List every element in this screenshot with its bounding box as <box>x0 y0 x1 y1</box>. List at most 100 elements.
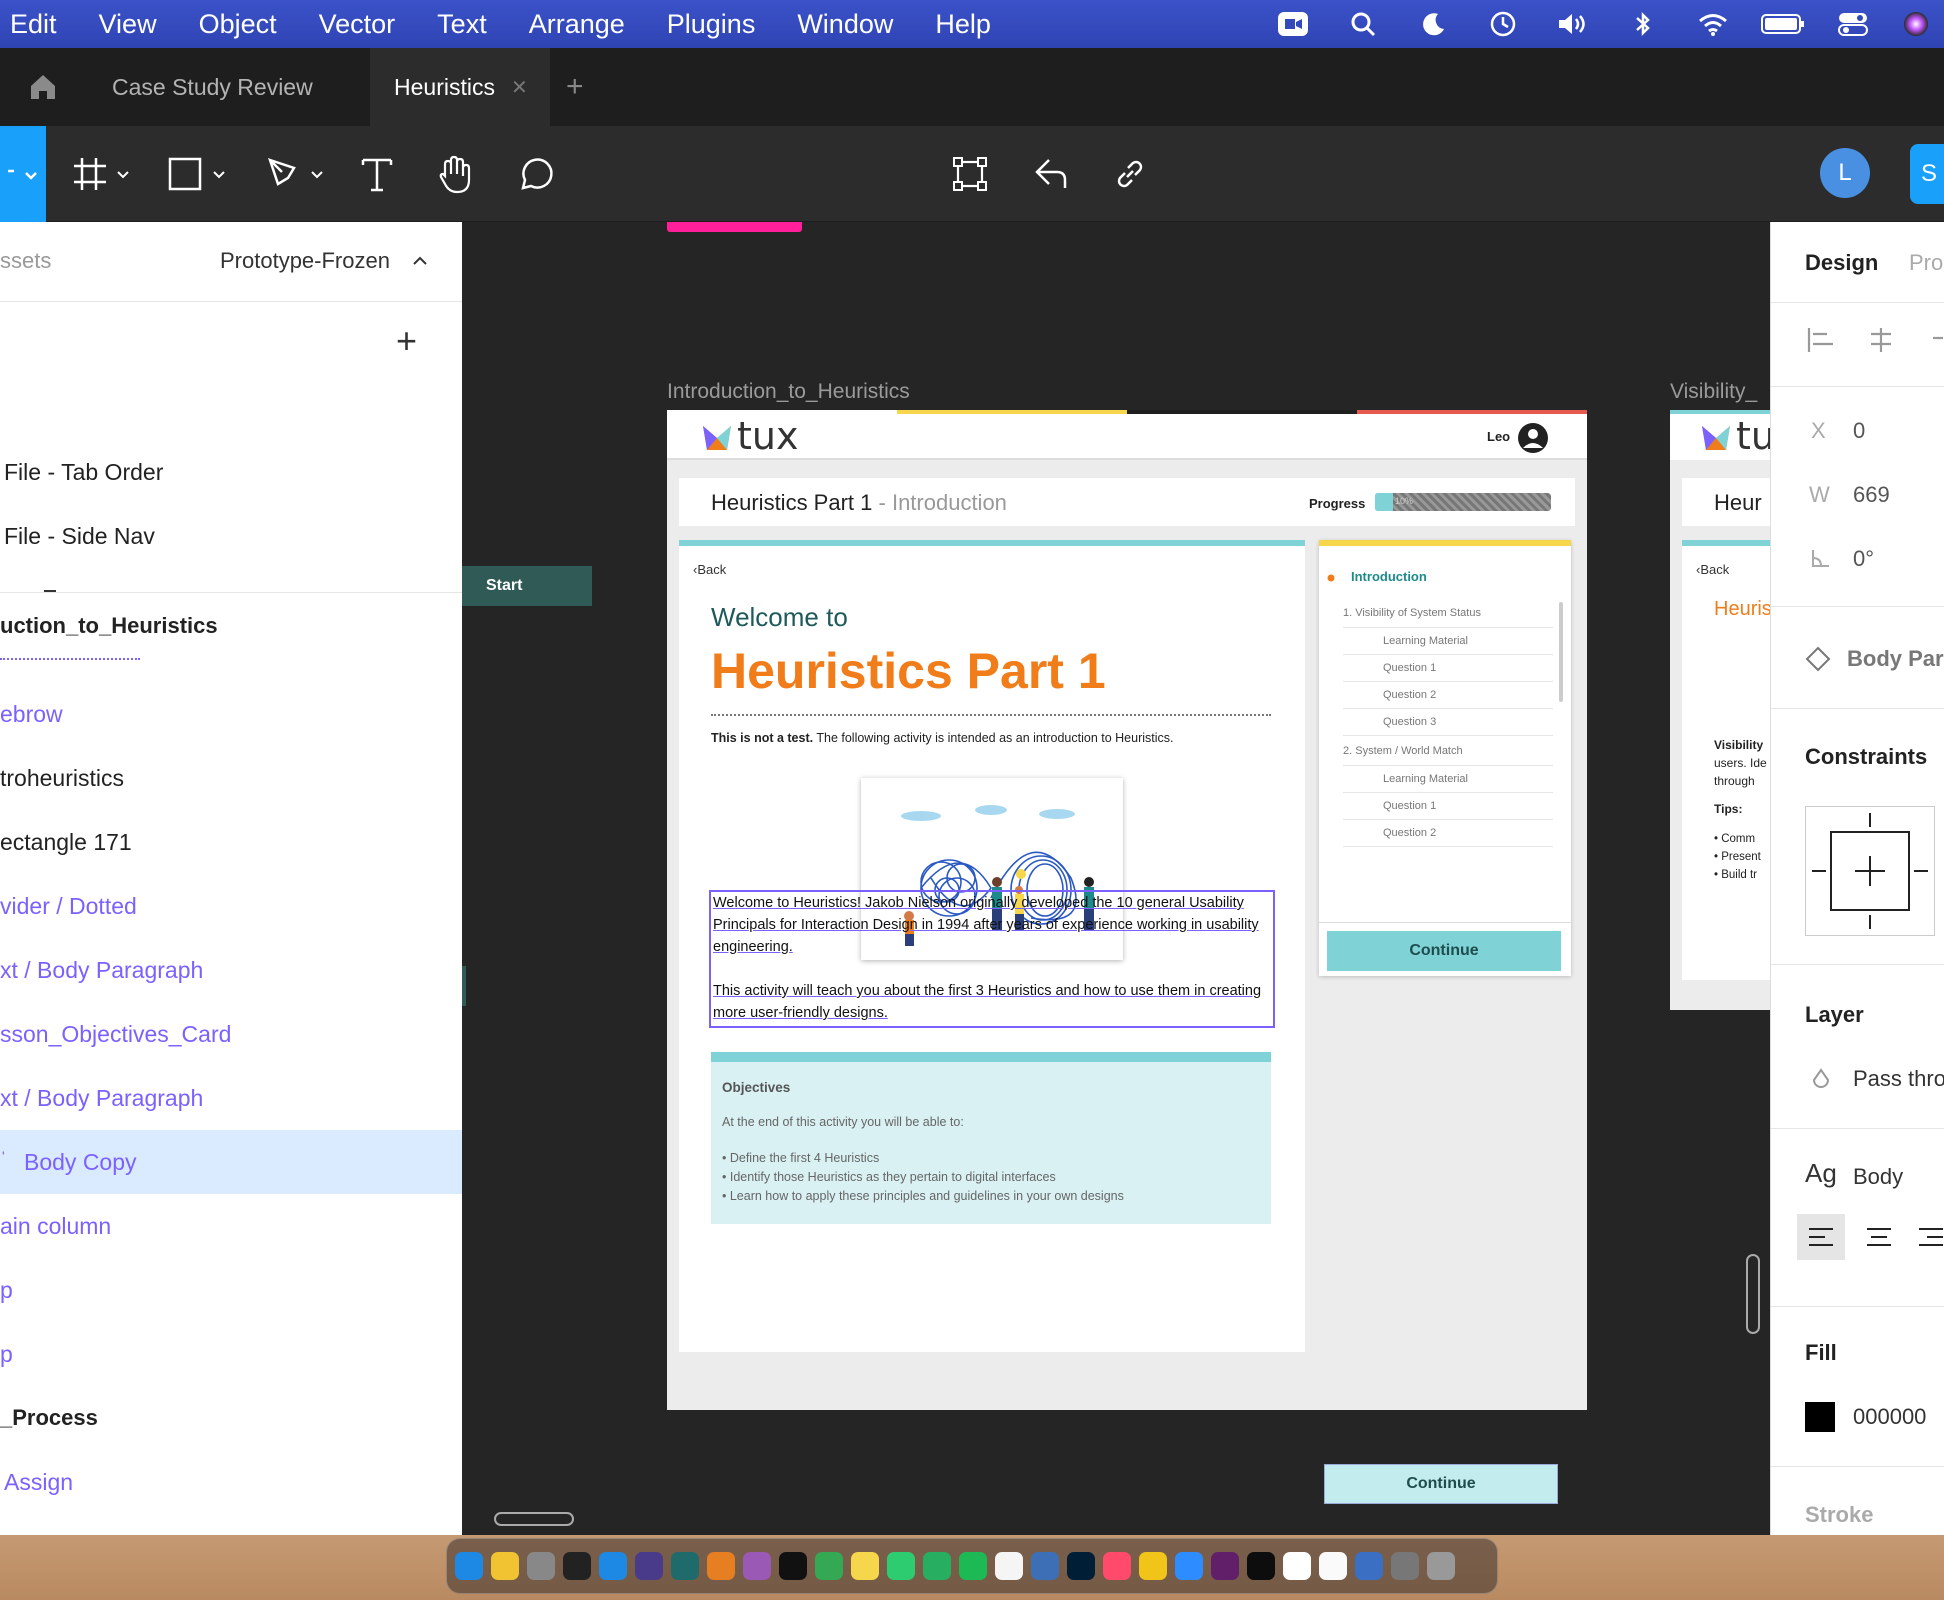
frame-layer[interactable]: uction_to_Heuristics <box>0 594 462 658</box>
dock-app-icon[interactable] <box>1283 1552 1311 1580</box>
user-avatar[interactable]: L <box>1820 148 1870 198</box>
nav-item-current[interactable]: Introduction <box>1351 569 1427 584</box>
menu-arrange[interactable]: Arrange <box>529 9 625 40</box>
zoom-icon[interactable] <box>1258 0 1328 48</box>
layer-row[interactable]: p <box>0 1258 462 1322</box>
menu-plugins[interactable]: Plugins <box>667 9 756 40</box>
frame-tool-button[interactable] <box>70 146 140 202</box>
nav-item[interactable]: Question 1 <box>1343 655 1553 682</box>
reset-button[interactable] <box>1028 146 1074 202</box>
frame-label[interactable]: Introduction_to_Heuristics <box>667 380 910 404</box>
dock-app-icon[interactable] <box>635 1552 663 1580</box>
vertical-scrollbar[interactable] <box>1746 1254 1760 1334</box>
dock-app-icon[interactable] <box>671 1552 699 1580</box>
dock-app-icon[interactable] <box>887 1552 915 1580</box>
dock-app-icon[interactable] <box>1391 1552 1419 1580</box>
control-center-icon[interactable] <box>1818 0 1888 48</box>
back-link[interactable]: ‹Back <box>1696 562 1729 577</box>
dock-app-icon[interactable] <box>923 1552 951 1580</box>
w-field[interactable]: 669 <box>1853 482 1890 508</box>
nav-item[interactable]: Learning Material <box>1343 628 1553 655</box>
move-tool-button[interactable] <box>0 126 46 222</box>
constraint-top[interactable] <box>1869 813 1871 827</box>
dock-app-icon[interactable] <box>527 1552 555 1580</box>
dock-app-icon[interactable] <box>1355 1552 1383 1580</box>
frame-introduction[interactable]: tux Leo Heuristics Part 1 - Introduction… <box>667 410 1587 1410</box>
dock-app-icon[interactable] <box>563 1552 591 1580</box>
layer-row[interactable]: troheuristics <box>0 746 462 810</box>
user-account-icon[interactable] <box>1517 422 1549 454</box>
menu-edit[interactable]: Edit <box>10 9 57 40</box>
dock-app-icon[interactable] <box>1139 1552 1167 1580</box>
siri-icon[interactable] <box>1888 0 1944 48</box>
align-center-icon[interactable] <box>1855 1214 1903 1260</box>
layer-row[interactable]: vider / Dotted <box>0 874 462 938</box>
menu-help[interactable]: Help <box>935 9 991 40</box>
share-button[interactable]: S <box>1910 144 1944 204</box>
nav-scrollbar[interactable] <box>1559 602 1563 702</box>
layer-row[interactable]: sson_Objectives_Card <box>0 1002 462 1066</box>
dock-app-icon[interactable] <box>1319 1552 1347 1580</box>
nav-item[interactable]: 2. System / World Match <box>1343 736 1553 766</box>
dock-app-icon[interactable] <box>851 1552 879 1580</box>
wifi-icon[interactable] <box>1678 0 1748 48</box>
menu-window[interactable]: Window <box>797 9 893 40</box>
component-name[interactable]: Body Par <box>1847 646 1944 672</box>
dock-app-icon[interactable] <box>599 1552 627 1580</box>
dock-app-icon[interactable] <box>455 1552 483 1580</box>
body-copy-selection[interactable]: Welcome to Heuristics! Jakob Nielson ori… <box>709 890 1275 1028</box>
component-tool-button[interactable] <box>948 146 992 202</box>
dock-app-icon[interactable] <box>1103 1552 1131 1580</box>
menu-vector[interactable]: Vector <box>319 9 396 40</box>
volume-icon[interactable] <box>1538 0 1608 48</box>
dock-app-icon[interactable] <box>815 1552 843 1580</box>
layer-row[interactable]: ain column <box>0 1194 462 1258</box>
pen-tool-button[interactable] <box>264 146 334 202</box>
dock-app-icon[interactable] <box>1031 1552 1059 1580</box>
constraint-left[interactable] <box>1812 870 1826 872</box>
dock-app-icon[interactable] <box>1247 1552 1275 1580</box>
bluetooth-icon[interactable] <box>1608 0 1678 48</box>
tab-close-icon[interactable]: ✕ <box>511 75 528 100</box>
flow-start-tag[interactable]: Start <box>462 566 592 606</box>
nav-item[interactable]: 1. Visibility of System Status <box>1343 598 1553 628</box>
blend-mode-select[interactable]: Pass thro <box>1853 1066 1944 1092</box>
menu-text[interactable]: Text <box>437 9 487 40</box>
nav-item[interactable]: Learning Material <box>1343 766 1553 793</box>
rotation-field[interactable]: 0° <box>1853 546 1874 572</box>
dock-app-icon[interactable] <box>1211 1552 1239 1580</box>
add-page-button[interactable]: + <box>396 320 417 362</box>
dock-app-icon[interactable] <box>995 1552 1023 1580</box>
layer-row[interactable]: xt / Body Paragraph <box>0 1066 462 1130</box>
continue-button-floating[interactable]: Continue <box>1324 1464 1558 1504</box>
frame-label[interactable]: Visibility_ <box>1670 380 1757 404</box>
constraint-right[interactable] <box>1914 870 1928 872</box>
comment-tool-button[interactable] <box>510 146 560 202</box>
constraint-bottom[interactable] <box>1869 915 1871 929</box>
chevron-up-icon[interactable] <box>412 254 428 268</box>
dock-app-icon[interactable] <box>491 1552 519 1580</box>
align-left-button[interactable] <box>1797 1214 1845 1260</box>
tab-heuristics[interactable]: Heuristics ✕ <box>370 48 550 126</box>
dock-app-icon[interactable] <box>743 1552 771 1580</box>
page-item[interactable]: File - Side Nav <box>0 504 462 568</box>
layer-row[interactable]: p <box>0 1322 462 1386</box>
continue-button[interactable]: Continue <box>1327 931 1561 971</box>
x-field[interactable]: 0 <box>1853 418 1865 444</box>
nav-item[interactable]: Question 1 <box>1343 793 1553 820</box>
dock-app-icon[interactable] <box>779 1552 807 1580</box>
nav-item[interactable]: Question 3 <box>1343 709 1553 736</box>
link-button[interactable] <box>1108 146 1152 202</box>
tab-design[interactable]: Design <box>1805 250 1878 276</box>
frame-visibility[interactable]: tu Heur ‹Back Heuris Visibility users. I… <box>1670 410 1770 1010</box>
dock-app-icon[interactable] <box>959 1552 987 1580</box>
tab-case-study-review[interactable]: Case Study Review <box>86 48 370 126</box>
constraint-center-v[interactable] <box>1869 856 1871 886</box>
nav-item[interactable]: Question 2 <box>1343 682 1553 709</box>
menu-view[interactable]: View <box>99 9 157 40</box>
horizontal-scrollbar[interactable] <box>494 1512 574 1526</box>
menu-object[interactable]: Object <box>199 9 277 40</box>
moon-icon[interactable] <box>1398 0 1468 48</box>
page-selector[interactable]: Prototype-Frozen <box>220 248 390 274</box>
back-link[interactable]: ‹Back <box>693 562 726 577</box>
